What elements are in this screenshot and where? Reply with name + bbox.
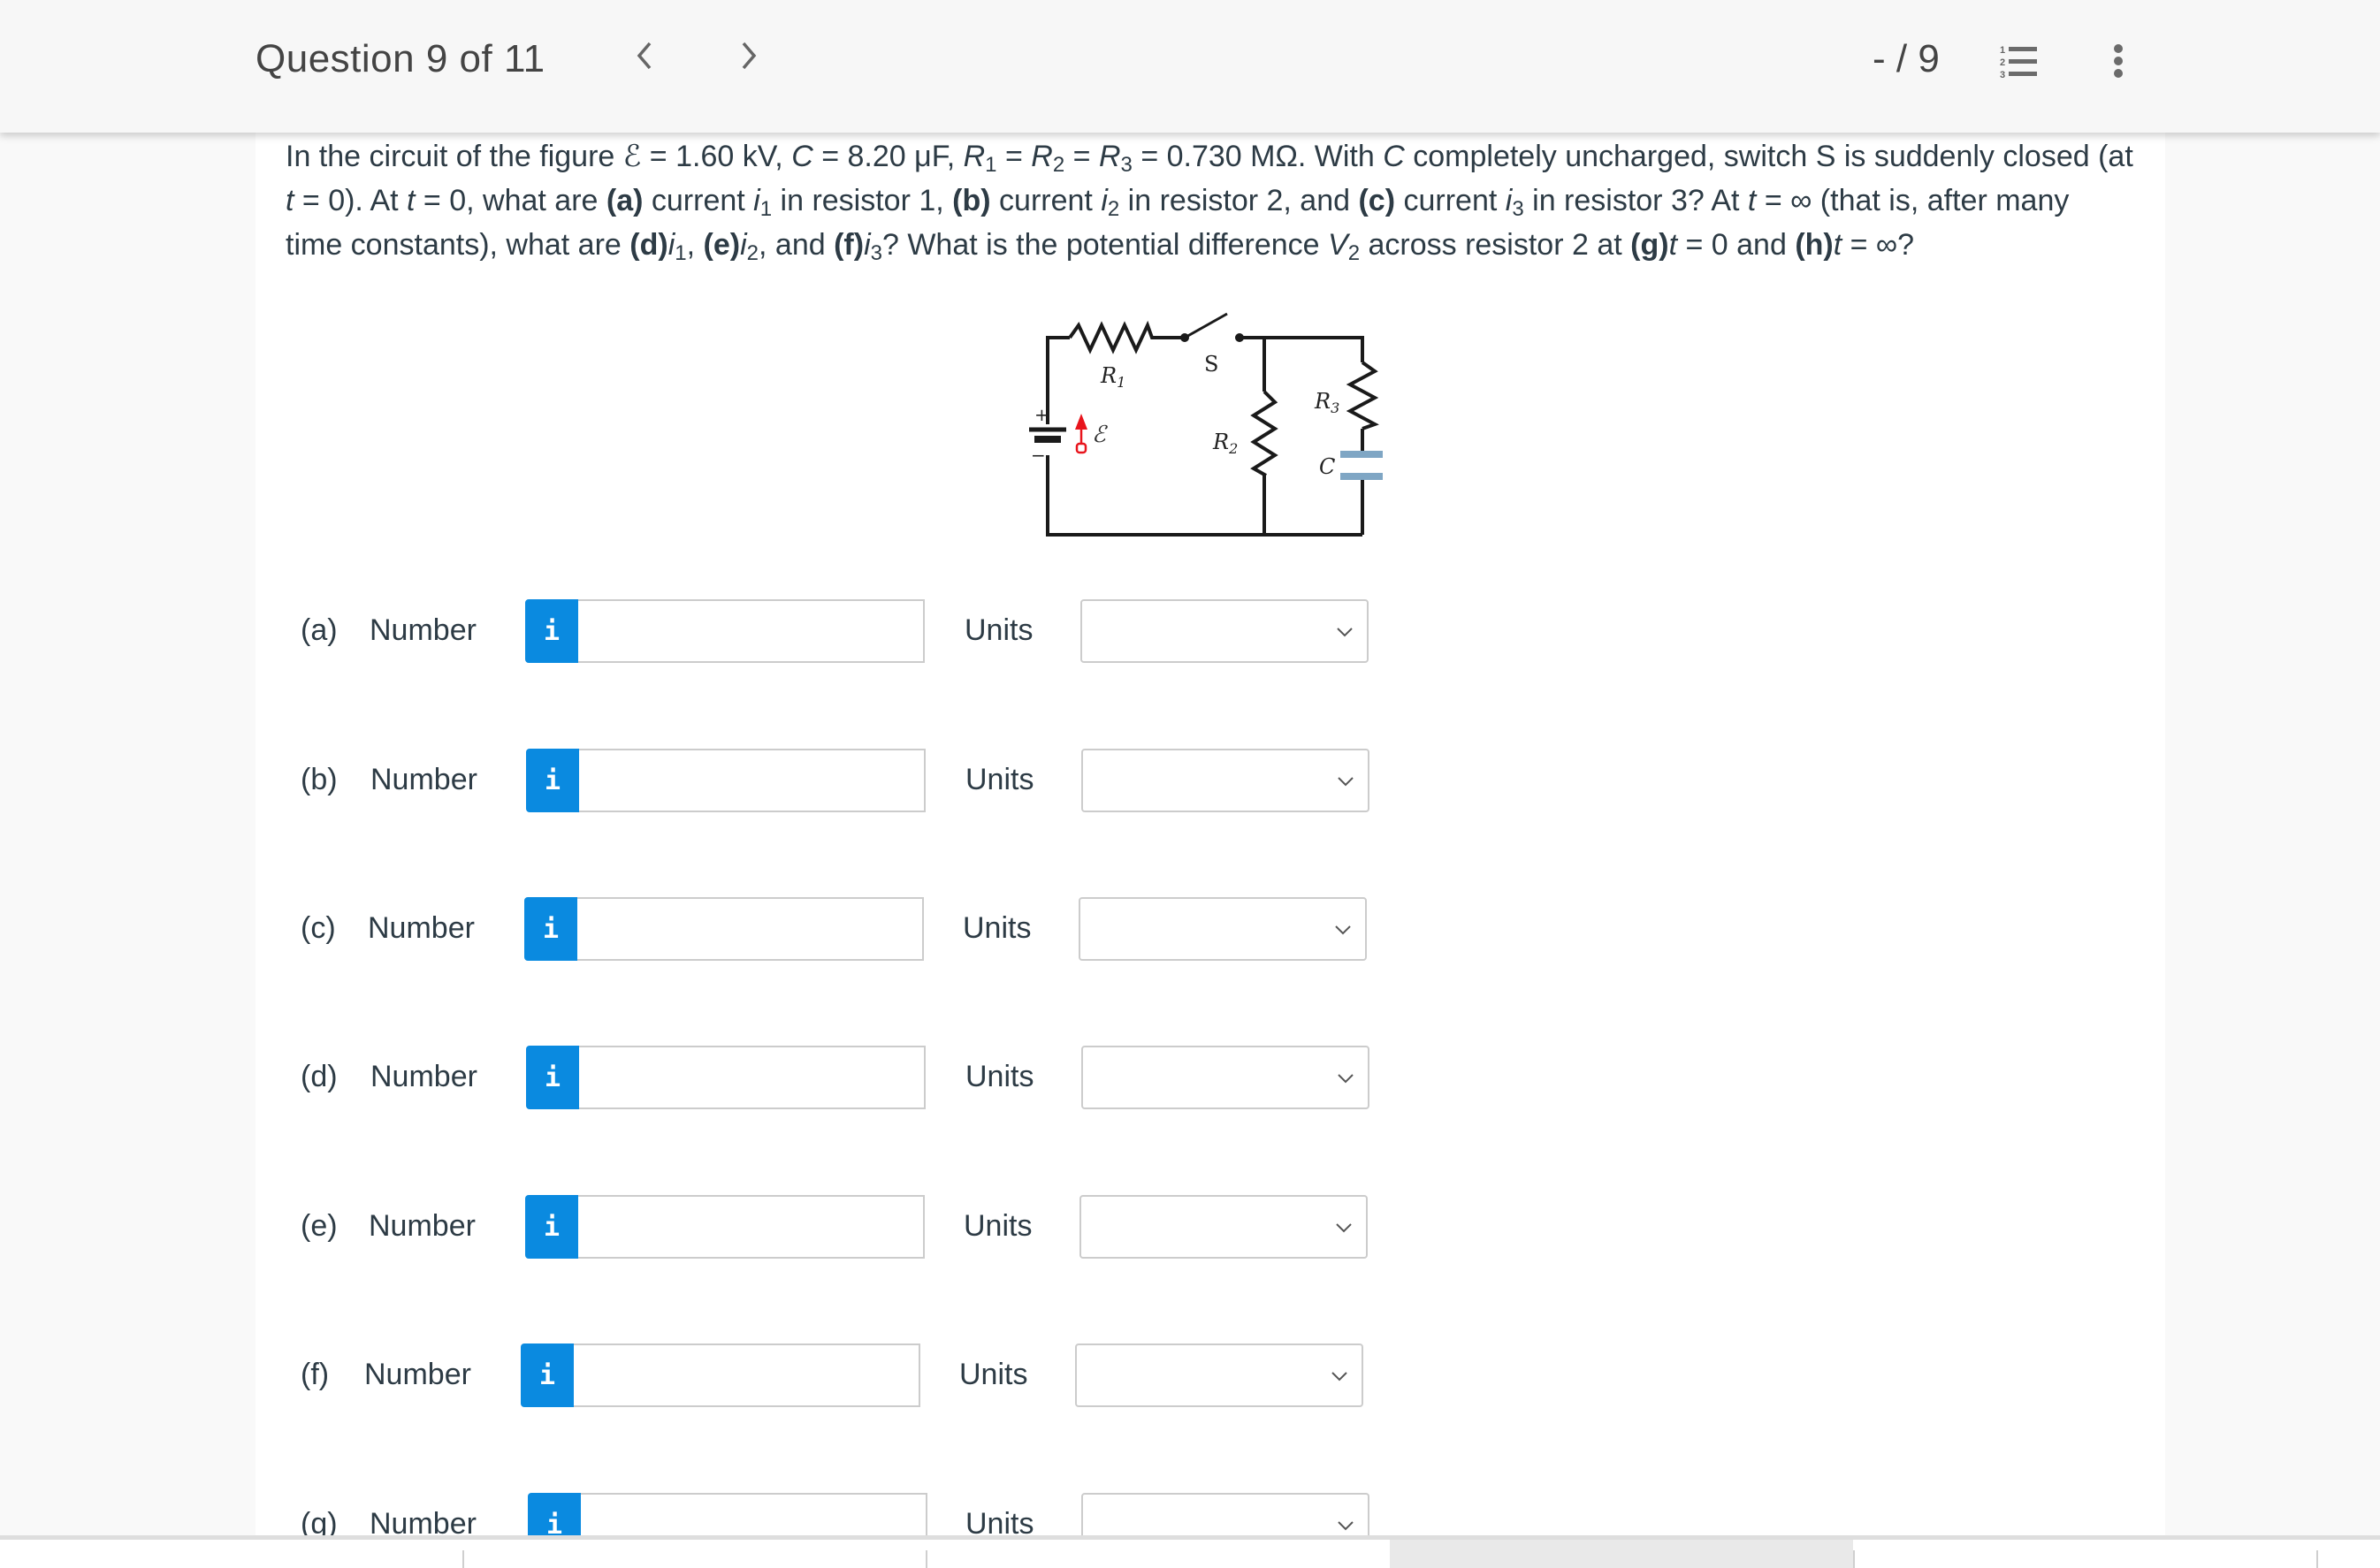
svg-text:2: 2 bbox=[2000, 57, 2005, 68]
info-icon: i bbox=[543, 1211, 561, 1243]
number-label: Number bbox=[370, 1060, 477, 1093]
number-label: Number bbox=[369, 1209, 476, 1243]
resistor-r3 bbox=[1346, 361, 1379, 430]
number-input[interactable] bbox=[578, 599, 925, 663]
switch-contact-left bbox=[1180, 333, 1189, 342]
info-icon: i bbox=[544, 1062, 561, 1093]
svg-text:3: 3 bbox=[2000, 70, 2005, 80]
answer-row-f: (f) Number i Units bbox=[0, 1342, 1415, 1409]
units-dropdown[interactable] bbox=[1080, 599, 1369, 663]
question-header: Question 9 of 11 - / 9 1 2 3 bbox=[0, 0, 2380, 133]
units-label: Units bbox=[963, 911, 1032, 945]
answer-row-e: (e) Number i Units bbox=[0, 1193, 1415, 1260]
chevron-right-icon bbox=[742, 42, 757, 70]
units-label: Units bbox=[965, 763, 1034, 796]
previous-question-button[interactable] bbox=[635, 39, 654, 78]
part-letter: (f) bbox=[301, 1358, 330, 1391]
battery-short-plate bbox=[1034, 436, 1061, 443]
number-input[interactable] bbox=[579, 1046, 926, 1109]
part-letter: (e) bbox=[301, 1209, 338, 1243]
svg-text:1: 1 bbox=[2000, 45, 2005, 56]
bottom-toolbar bbox=[0, 1535, 2380, 1568]
number-label: Number bbox=[370, 763, 477, 796]
units-label: Units bbox=[964, 1209, 1033, 1243]
info-button[interactable]: i bbox=[526, 749, 579, 812]
number-input[interactable] bbox=[579, 749, 926, 812]
info-icon: i bbox=[543, 615, 561, 647]
toolbar-divider bbox=[462, 1550, 464, 1568]
units-dropdown[interactable] bbox=[1079, 1195, 1368, 1259]
switch-contact-right bbox=[1235, 333, 1244, 342]
info-icon: i bbox=[544, 765, 561, 796]
toolbar-divider bbox=[1853, 1550, 1855, 1568]
question-text: In the circuit of the figure ℰ = 1.60 kV… bbox=[286, 140, 2133, 265]
more-options-button[interactable] bbox=[2109, 42, 2127, 81]
number-input[interactable] bbox=[574, 1343, 920, 1407]
r3-label: R3 bbox=[1314, 389, 1339, 416]
units-dropdown[interactable] bbox=[1081, 749, 1369, 812]
units-label: Units bbox=[959, 1358, 1028, 1391]
units-dropdown[interactable] bbox=[1075, 1343, 1363, 1407]
battery-plus: + bbox=[1034, 404, 1049, 425]
info-icon: i bbox=[542, 913, 560, 945]
emf-arrow-icon bbox=[1075, 414, 1087, 454]
part-letter: (d) bbox=[301, 1060, 338, 1093]
info-button[interactable]: i bbox=[525, 599, 578, 663]
next-question-button[interactable] bbox=[739, 39, 759, 78]
switch-label: S bbox=[1204, 352, 1218, 377]
capacitor-top-plate bbox=[1340, 451, 1383, 458]
info-button[interactable]: i bbox=[521, 1343, 574, 1407]
part-letter: (a) bbox=[301, 613, 338, 647]
r2-label: R2 bbox=[1212, 430, 1238, 457]
numbered-list-icon: 1 2 3 bbox=[2000, 45, 2037, 80]
resistor-r1 bbox=[1068, 320, 1185, 354]
number-label: Number bbox=[370, 613, 477, 647]
wire-left bbox=[1046, 336, 1070, 424]
units-label: Units bbox=[965, 613, 1034, 647]
number-input[interactable] bbox=[577, 897, 924, 961]
chevron-down-icon bbox=[1338, 1074, 1354, 1084]
question-position: Question 9 of 11 bbox=[256, 37, 545, 80]
part-letter: (b) bbox=[301, 763, 338, 796]
toolbar-segment-active[interactable] bbox=[1390, 1540, 1853, 1568]
chevron-left-icon bbox=[637, 42, 652, 70]
info-button[interactable]: i bbox=[525, 1195, 578, 1259]
chevron-down-icon bbox=[1338, 1521, 1354, 1531]
units-dropdown[interactable] bbox=[1079, 897, 1367, 961]
answer-row-d: (d) Number i Units bbox=[0, 1044, 1415, 1111]
chevron-down-icon bbox=[1331, 1372, 1347, 1382]
question-list-button[interactable]: 1 2 3 bbox=[2000, 42, 2042, 81]
wire-bottom bbox=[1046, 455, 1362, 537]
resistor-r2 bbox=[1250, 390, 1278, 477]
r1-label: R1 bbox=[1100, 363, 1125, 391]
number-label: Number bbox=[364, 1358, 471, 1391]
capacitor-label: C bbox=[1319, 454, 1335, 479]
units-dropdown[interactable] bbox=[1081, 1046, 1369, 1109]
battery-minus: − bbox=[1031, 445, 1046, 466]
answer-row-c: (c) Number i Units bbox=[0, 895, 1415, 963]
circuit-diagram: + − ℰ R1 S R2 R3 C bbox=[1029, 312, 1383, 537]
capacitor-bottom-plate bbox=[1340, 473, 1383, 480]
wire-top-right bbox=[1240, 336, 1364, 362]
chevron-down-icon bbox=[1335, 925, 1351, 935]
switch-blade bbox=[1184, 312, 1228, 339]
info-button[interactable]: i bbox=[524, 897, 577, 961]
toolbar-divider bbox=[2316, 1550, 2318, 1568]
chevron-down-icon bbox=[1337, 628, 1353, 637]
answer-row-a: (a) Number i Units bbox=[0, 598, 1415, 665]
chevron-down-icon bbox=[1338, 777, 1354, 787]
number-label: Number bbox=[368, 911, 475, 945]
score-display: - / 9 bbox=[1873, 37, 1940, 80]
info-button[interactable]: i bbox=[526, 1046, 579, 1109]
more-vertical-icon bbox=[2114, 44, 2123, 78]
toolbar-divider bbox=[926, 1550, 927, 1568]
info-icon: i bbox=[538, 1359, 556, 1391]
number-input[interactable] bbox=[578, 1195, 925, 1259]
part-letter: (c) bbox=[301, 911, 336, 945]
emf-label: ℰ bbox=[1092, 422, 1108, 448]
units-label: Units bbox=[965, 1060, 1034, 1093]
chevron-down-icon bbox=[1336, 1223, 1352, 1233]
answer-row-b: (b) Number i Units bbox=[0, 747, 1415, 814]
